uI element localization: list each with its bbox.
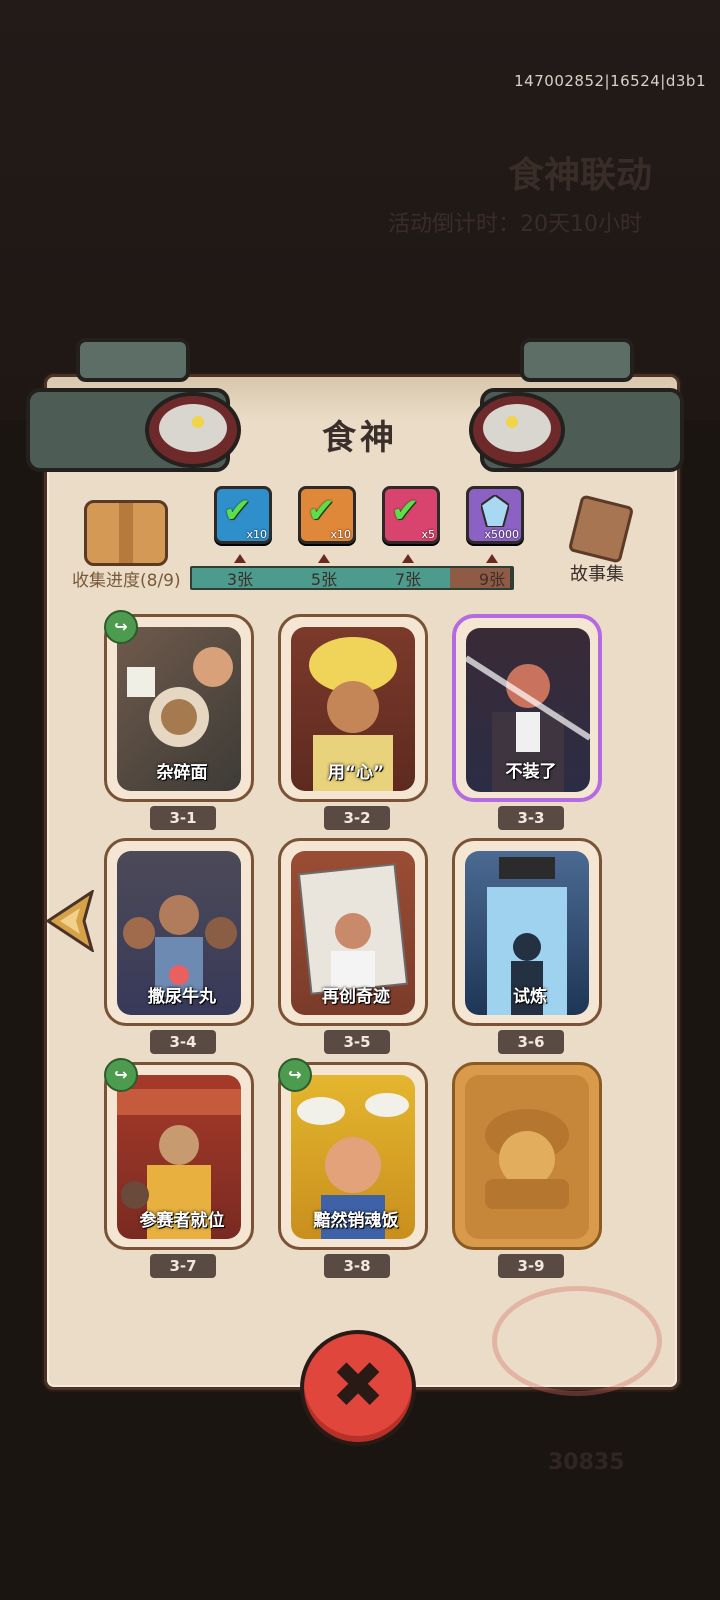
reward-count: x5 xyxy=(421,528,435,541)
card-title: 参赛者就位 xyxy=(139,1211,225,1231)
card-number: 3-7 xyxy=(150,1254,216,1278)
chevron-left-icon[interactable] xyxy=(44,890,96,952)
background-countdown: 活动倒计时：20天10小时 xyxy=(388,212,642,237)
locked-silhouette xyxy=(465,1075,589,1239)
share-icon[interactable]: ↪ xyxy=(104,610,138,644)
milestone-reward-4[interactable]: x5000 xyxy=(466,486,524,544)
card-3-9-locked[interactable] xyxy=(452,1062,602,1250)
card-3-5[interactable]: 再创奇迹 xyxy=(278,838,428,1026)
card-title: 杂碎面 xyxy=(156,763,208,783)
milestone-marker-4 xyxy=(486,554,498,563)
collection-box-icon[interactable] xyxy=(84,500,168,566)
milestone-label-4: 9张 xyxy=(478,570,506,589)
card-3-4[interactable]: 撒尿牛丸 xyxy=(104,838,254,1026)
card-number: 3-3 xyxy=(498,806,564,830)
card-number: 3-6 xyxy=(498,1030,564,1054)
build-id: 147002852|16524|d3b1 xyxy=(514,72,706,90)
milestone-label-2: 5张 xyxy=(310,570,338,589)
background-score: 30835 xyxy=(548,1450,625,1475)
card-number: 3-2 xyxy=(324,806,390,830)
dialog-title: 食神 xyxy=(322,418,398,458)
card-number: 3-8 xyxy=(324,1254,390,1278)
check-icon: ✔ xyxy=(391,491,420,531)
crystal-icon xyxy=(481,495,509,527)
milestone-reward-1[interactable]: ✔ x10 xyxy=(214,486,272,544)
milestone-marker-1 xyxy=(234,554,246,563)
background-event-title: 食神联动 xyxy=(508,155,653,196)
card-3-6[interactable]: 试炼 xyxy=(452,838,602,1026)
card-title: 撒尿牛丸 xyxy=(148,987,216,1007)
milestone-label-3: 7张 xyxy=(394,570,422,589)
card-title: 再创奇迹 xyxy=(322,987,390,1007)
story-collection-label[interactable]: 故事集 xyxy=(570,560,624,586)
milestone-marker-3 xyxy=(402,554,414,563)
card-number: 3-5 xyxy=(324,1030,390,1054)
card-title: 用“心” xyxy=(327,763,385,783)
check-icon: ✔ xyxy=(223,491,252,531)
stamp-decoration xyxy=(492,1286,662,1396)
milestone-marker-2 xyxy=(318,554,330,563)
card-number: 3-1 xyxy=(150,806,216,830)
card-number: 3-4 xyxy=(150,1030,216,1054)
card-title: 黯然销魂饭 xyxy=(313,1211,399,1231)
reward-count: x5000 xyxy=(484,528,519,541)
check-icon: ✔ xyxy=(307,491,336,531)
share-icon[interactable]: ↪ xyxy=(278,1058,312,1092)
card-title: 试炼 xyxy=(513,987,547,1007)
card-title: 不装了 xyxy=(505,762,557,782)
card-number: 3-9 xyxy=(498,1254,564,1278)
milestone-reward-3[interactable]: ✔ x5 xyxy=(382,486,440,544)
close-button[interactable]: ✖ xyxy=(300,1330,416,1446)
collection-progress-label: 收集进度(8/9) xyxy=(72,571,181,591)
card-3-3[interactable]: 不装了 xyxy=(452,614,602,802)
reward-count: x10 xyxy=(246,528,267,541)
milestone-label-1: 3张 xyxy=(226,570,254,589)
reward-count: x10 xyxy=(330,528,351,541)
card-3-2[interactable]: 用“心” xyxy=(278,614,428,802)
milestone-reward-2[interactable]: ✔ x10 xyxy=(298,486,356,544)
share-icon[interactable]: ↪ xyxy=(104,1058,138,1092)
close-icon: ✖ xyxy=(331,1349,385,1423)
